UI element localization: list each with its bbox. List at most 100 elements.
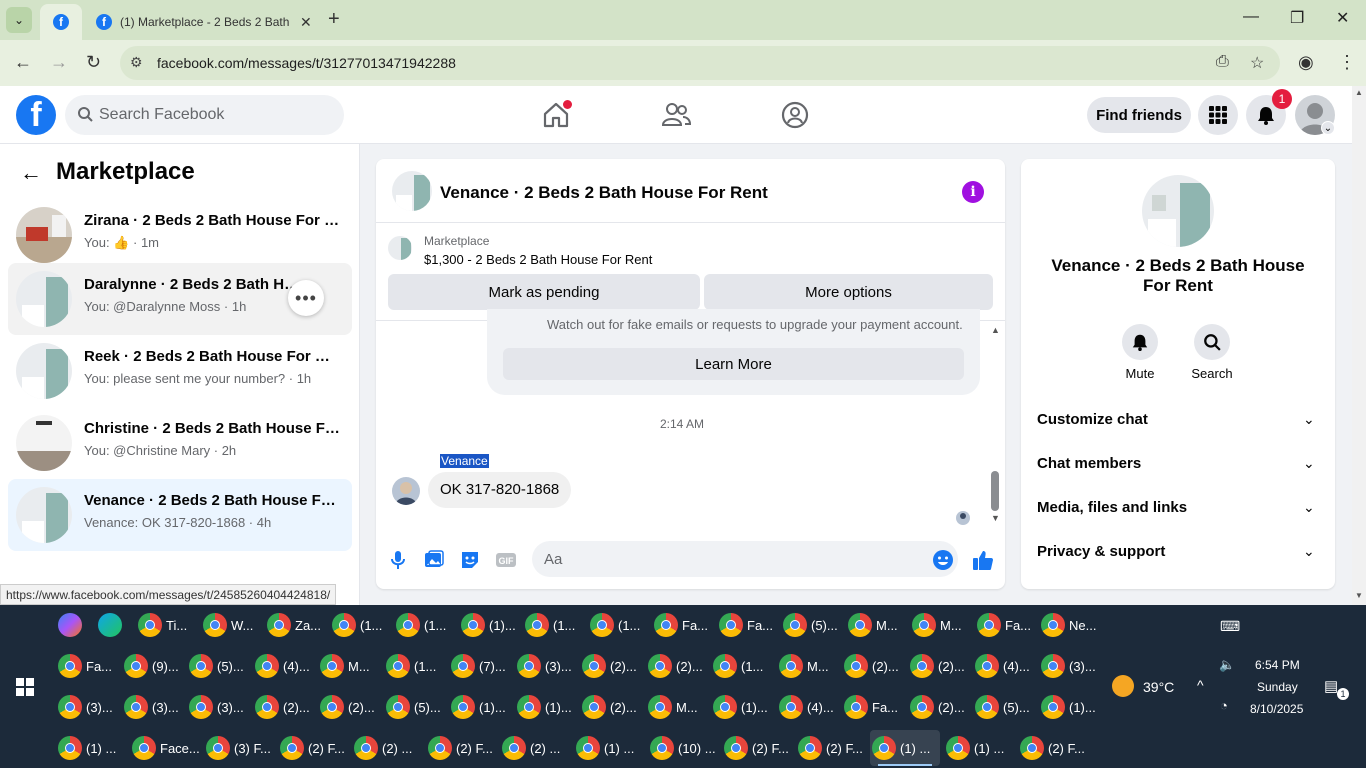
taskbar-window-button[interactable]: (7)... bbox=[449, 648, 511, 684]
taskbar-window-button[interactable]: (2) F... bbox=[426, 730, 496, 766]
conversation-reek[interactable]: Reek · 2 Beds 2 Bath House For Rent You:… bbox=[8, 335, 352, 407]
taskbar-window-button[interactable]: (1)... bbox=[711, 689, 773, 725]
clock-day[interactable]: Sunday bbox=[1257, 680, 1298, 694]
taskbar-window-button[interactable]: (3)... bbox=[1039, 648, 1101, 684]
taskbar-window-button[interactable]: (3)... bbox=[122, 689, 184, 725]
privacy-support-row[interactable]: Privacy & support ⌄ bbox=[1021, 531, 1335, 575]
sender-avatar[interactable] bbox=[392, 477, 420, 505]
photo-icon[interactable] bbox=[423, 549, 445, 571]
edge-taskbar-button[interactable] bbox=[98, 607, 126, 643]
forward-arrow-icon[interactable]: → bbox=[50, 52, 68, 73]
taskbar-window-button[interactable]: (2)... bbox=[580, 648, 642, 684]
taskbar-window-button[interactable]: (3)... bbox=[56, 689, 118, 725]
conversation-more-options-button[interactable]: ••• bbox=[288, 280, 324, 316]
taskbar-window-button[interactable]: (1) ... bbox=[870, 730, 940, 766]
media-files-links-row[interactable]: Media, files and links ⌄ bbox=[1021, 487, 1335, 531]
conversation-christine[interactable]: Christine · 2 Beds 2 Bath House For Rent… bbox=[8, 407, 352, 479]
taskbar-window-button[interactable]: (1... bbox=[523, 607, 584, 643]
groups-icon[interactable] bbox=[780, 100, 810, 130]
emoji-icon[interactable] bbox=[932, 549, 954, 571]
omnibox[interactable]: ⚙ facebook.com/messages/t/31277013471942… bbox=[120, 46, 1280, 80]
taskbar-window-button[interactable]: (9)... bbox=[122, 648, 184, 684]
taskbar-window-button[interactable]: (4)... bbox=[777, 689, 839, 725]
conversation-zirana[interactable]: Zirana · 2 Beds 2 Bath House For Rent Yo… bbox=[8, 199, 352, 271]
conversation-venance[interactable]: Venance · 2 Beds 2 Bath House For Rent V… bbox=[8, 479, 352, 551]
sticker-icon[interactable] bbox=[459, 549, 481, 571]
taskbar-window-button[interactable]: (3)... bbox=[515, 648, 577, 684]
taskbar-window-button[interactable]: (1... bbox=[384, 648, 446, 684]
taskbar-window-button[interactable]: (2) F... bbox=[722, 730, 792, 766]
clock-date[interactable]: 8/10/2025 bbox=[1250, 702, 1303, 716]
taskbar-window-button[interactable]: (2)... bbox=[646, 648, 708, 684]
taskbar-window-button[interactable]: Fa... bbox=[975, 607, 1036, 643]
taskbar-window-button[interactable]: (10) ... bbox=[648, 730, 718, 766]
volume-icon[interactable]: 🔈 bbox=[1219, 657, 1235, 673]
search-conversation-button[interactable]: Search bbox=[1182, 324, 1242, 381]
conversation-daralynne[interactable]: Daralynne · 2 Beds 2 Bath House For Rent… bbox=[8, 263, 352, 335]
close-tab-icon[interactable]: ✕ bbox=[300, 14, 312, 31]
tablet-mode-icon[interactable]: ⌨ bbox=[1220, 618, 1240, 635]
message-bubble[interactable]: OK 317-820-1868 bbox=[428, 472, 572, 508]
restore-icon[interactable]: ❐ bbox=[1290, 8, 1304, 28]
more-options-button[interactable]: More options bbox=[704, 274, 993, 310]
taskbar-window-button[interactable]: Ti... bbox=[136, 607, 197, 643]
taskbar-window-button[interactable]: Fa... bbox=[717, 607, 778, 643]
taskbar-window-button[interactable]: Face... bbox=[130, 730, 200, 766]
taskbar-window-button[interactable]: (1... bbox=[394, 607, 455, 643]
site-settings-icon[interactable]: ⚙ bbox=[130, 54, 143, 71]
learn-more-button[interactable]: Learn More bbox=[503, 348, 964, 380]
scroll-down-icon[interactable]: ▼ bbox=[991, 513, 1000, 523]
page-scrollbar[interactable]: ▲ ▼ bbox=[1352, 86, 1366, 605]
taskbar-window-button[interactable]: (5)... bbox=[781, 607, 842, 643]
listing-profile-image[interactable] bbox=[1142, 175, 1214, 247]
taskbar-window-button[interactable]: (2) F... bbox=[796, 730, 866, 766]
tab-marketplace[interactable]: f (1) Marketplace - 2 Beds 2 Bath ✕ bbox=[86, 4, 322, 40]
gif-icon[interactable]: GIF bbox=[495, 549, 517, 571]
mark-as-pending-button[interactable]: Mark as pending bbox=[388, 274, 700, 310]
scroll-up-icon[interactable]: ▲ bbox=[991, 325, 1000, 335]
taskbar-window-button[interactable]: M... bbox=[777, 648, 839, 684]
search-input[interactable] bbox=[99, 95, 329, 135]
taskbar-window-button[interactable]: (1) ... bbox=[56, 730, 126, 766]
temperature[interactable]: 39°C bbox=[1143, 679, 1174, 695]
taskbar-window-button[interactable]: W... bbox=[201, 607, 262, 643]
show-hidden-icons-chevron-icon[interactable]: ^ bbox=[1197, 677, 1204, 693]
taskbar-window-button[interactable]: (4)... bbox=[973, 648, 1035, 684]
taskbar-window-button[interactable]: (1)... bbox=[449, 689, 511, 725]
minimize-icon[interactable]: — bbox=[1243, 8, 1259, 26]
taskbar-window-button[interactable]: Fa... bbox=[56, 648, 118, 684]
scroll-down-icon[interactable]: ▼ bbox=[1355, 591, 1363, 600]
taskbar-window-button[interactable]: Fa... bbox=[652, 607, 713, 643]
facebook-logo-icon[interactable]: f bbox=[16, 95, 56, 135]
taskbar-window-button[interactable]: M... bbox=[318, 648, 380, 684]
taskbar-window-button[interactable]: (2) ... bbox=[352, 730, 422, 766]
url-text[interactable]: facebook.com/messages/t/3127701347194228… bbox=[157, 55, 456, 71]
taskbar-window-button[interactable]: (2) ... bbox=[500, 730, 570, 766]
browser-menu-icon[interactable]: ⋮ bbox=[1338, 52, 1356, 73]
taskbar-window-button[interactable]: (2)... bbox=[318, 689, 380, 725]
chat-members-row[interactable]: Chat members ⌄ bbox=[1021, 443, 1335, 487]
taskbar-window-button[interactable]: (1)... bbox=[1039, 689, 1101, 725]
wifi-icon[interactable]: ◔ bbox=[1220, 698, 1228, 713]
tab-search-chevron-icon[interactable]: ⌄ bbox=[6, 7, 32, 33]
thumbs-up-icon[interactable] bbox=[972, 549, 994, 571]
bookmark-star-icon[interactable]: ☆ bbox=[1250, 53, 1264, 73]
taskbar-window-button[interactable]: (1)... bbox=[459, 607, 520, 643]
friends-icon[interactable] bbox=[661, 100, 691, 130]
tab-facebook-pinned[interactable]: f bbox=[40, 4, 82, 40]
clock-time[interactable]: 6:54 PM bbox=[1255, 658, 1300, 672]
taskbar-window-button[interactable]: (2) F... bbox=[278, 730, 348, 766]
close-window-icon[interactable]: ✕ bbox=[1336, 8, 1349, 28]
taskbar-window-button[interactable]: (5)... bbox=[384, 689, 446, 725]
taskbar-window-button[interactable]: (2)... bbox=[842, 648, 904, 684]
chat-listing-thumbnail[interactable] bbox=[392, 171, 432, 211]
taskbar-window-button[interactable]: (1) ... bbox=[574, 730, 644, 766]
menu-grid-button[interactable] bbox=[1198, 95, 1238, 135]
taskbar-window-button[interactable]: (2)... bbox=[908, 648, 970, 684]
microphone-icon[interactable] bbox=[387, 549, 409, 571]
taskbar-window-button[interactable]: (1)... bbox=[515, 689, 577, 725]
info-icon[interactable]: i bbox=[962, 181, 984, 203]
search-box[interactable] bbox=[65, 95, 344, 135]
new-tab-plus-icon[interactable]: + bbox=[328, 8, 340, 31]
customize-chat-row[interactable]: Customize chat ⌄ bbox=[1021, 399, 1335, 443]
